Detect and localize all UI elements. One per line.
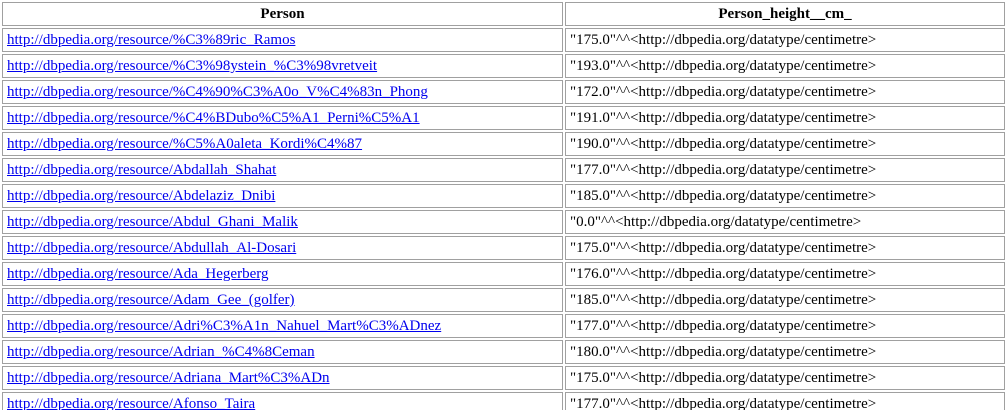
results-page: Person Person_height__cm_ http://dbpedia… bbox=[0, 0, 1005, 410]
results-table: Person Person_height__cm_ http://dbpedia… bbox=[0, 0, 1005, 410]
person-cell: http://dbpedia.org/resource/%C3%98ystein… bbox=[2, 54, 563, 78]
table-row: http://dbpedia.org/resource/Abdul_Ghani_… bbox=[2, 210, 1005, 234]
column-header-person: Person bbox=[2, 2, 563, 26]
height-cell: "175.0"^^<http://dbpedia.org/datatype/ce… bbox=[565, 236, 1005, 260]
height-cell: "191.0"^^<http://dbpedia.org/datatype/ce… bbox=[565, 106, 1005, 130]
person-cell: http://dbpedia.org/resource/Adri%C3%A1n_… bbox=[2, 314, 563, 338]
height-cell: "0.0"^^<http://dbpedia.org/datatype/cent… bbox=[565, 210, 1005, 234]
height-cell: "175.0"^^<http://dbpedia.org/datatype/ce… bbox=[565, 28, 1005, 52]
table-row: http://dbpedia.org/resource/Adri%C3%A1n_… bbox=[2, 314, 1005, 338]
person-link[interactable]: http://dbpedia.org/resource/%C4%90%C3%A0… bbox=[7, 84, 428, 100]
height-cell: "193.0"^^<http://dbpedia.org/datatype/ce… bbox=[565, 54, 1005, 78]
person-cell: http://dbpedia.org/resource/Afonso_Taira bbox=[2, 392, 563, 410]
height-cell: "185.0"^^<http://dbpedia.org/datatype/ce… bbox=[565, 184, 1005, 208]
person-cell: http://dbpedia.org/resource/Adrian_%C4%8… bbox=[2, 340, 563, 364]
table-row: http://dbpedia.org/resource/%C3%98ystein… bbox=[2, 54, 1005, 78]
person-cell: http://dbpedia.org/resource/%C4%BDubo%C5… bbox=[2, 106, 563, 130]
person-link[interactable]: http://dbpedia.org/resource/Abdallah_Sha… bbox=[7, 162, 276, 178]
height-cell: "177.0"^^<http://dbpedia.org/datatype/ce… bbox=[565, 392, 1005, 410]
table-row: http://dbpedia.org/resource/%C4%BDubo%C5… bbox=[2, 106, 1005, 130]
table-row: http://dbpedia.org/resource/%C3%89ric_Ra… bbox=[2, 28, 1005, 52]
person-cell: http://dbpedia.org/resource/Ada_Hegerber… bbox=[2, 262, 563, 286]
person-link[interactable]: http://dbpedia.org/resource/%C3%98ystein… bbox=[7, 58, 377, 74]
person-link[interactable]: http://dbpedia.org/resource/Adriana_Mart… bbox=[7, 370, 330, 386]
height-cell: "180.0"^^<http://dbpedia.org/datatype/ce… bbox=[565, 340, 1005, 364]
person-link[interactable]: http://dbpedia.org/resource/Afonso_Taira bbox=[7, 396, 255, 410]
table-row: http://dbpedia.org/resource/Adriana_Mart… bbox=[2, 366, 1005, 390]
table-row: http://dbpedia.org/resource/Abdullah_Al-… bbox=[2, 236, 1005, 260]
person-cell: http://dbpedia.org/resource/Adriana_Mart… bbox=[2, 366, 563, 390]
height-cell: "185.0"^^<http://dbpedia.org/datatype/ce… bbox=[565, 288, 1005, 312]
height-cell: "176.0"^^<http://dbpedia.org/datatype/ce… bbox=[565, 262, 1005, 286]
table-row: http://dbpedia.org/resource/Abdelaziz_Dn… bbox=[2, 184, 1005, 208]
table-row: http://dbpedia.org/resource/Adam_Gee_(go… bbox=[2, 288, 1005, 312]
table-row: http://dbpedia.org/resource/%C4%90%C3%A0… bbox=[2, 80, 1005, 104]
person-link[interactable]: http://dbpedia.org/resource/Abdul_Ghani_… bbox=[7, 214, 298, 230]
person-cell: http://dbpedia.org/resource/Abdallah_Sha… bbox=[2, 158, 563, 182]
person-cell: http://dbpedia.org/resource/%C5%A0aleta_… bbox=[2, 132, 563, 156]
table-row: http://dbpedia.org/resource/Afonso_Taira… bbox=[2, 392, 1005, 410]
person-link[interactable]: http://dbpedia.org/resource/%C4%BDubo%C5… bbox=[7, 110, 420, 126]
person-link[interactable]: http://dbpedia.org/resource/Adam_Gee_(go… bbox=[7, 292, 295, 308]
height-cell: "175.0"^^<http://dbpedia.org/datatype/ce… bbox=[565, 366, 1005, 390]
person-link[interactable]: http://dbpedia.org/resource/Adrian_%C4%8… bbox=[7, 344, 315, 360]
height-cell: "190.0"^^<http://dbpedia.org/datatype/ce… bbox=[565, 132, 1005, 156]
results-body: http://dbpedia.org/resource/%C3%89ric_Ra… bbox=[2, 28, 1005, 410]
person-cell: http://dbpedia.org/resource/Adam_Gee_(go… bbox=[2, 288, 563, 312]
header-row: Person Person_height__cm_ bbox=[2, 2, 1005, 26]
person-link[interactable]: http://dbpedia.org/resource/%C5%A0aleta_… bbox=[7, 136, 362, 152]
height-cell: "177.0"^^<http://dbpedia.org/datatype/ce… bbox=[565, 314, 1005, 338]
person-link[interactable]: http://dbpedia.org/resource/Abdelaziz_Dn… bbox=[7, 188, 275, 204]
person-cell: http://dbpedia.org/resource/Abdelaziz_Dn… bbox=[2, 184, 563, 208]
table-row: http://dbpedia.org/resource/Ada_Hegerber… bbox=[2, 262, 1005, 286]
table-row: http://dbpedia.org/resource/Abdallah_Sha… bbox=[2, 158, 1005, 182]
person-cell: http://dbpedia.org/resource/Abdullah_Al-… bbox=[2, 236, 563, 260]
person-link[interactable]: http://dbpedia.org/resource/Ada_Hegerber… bbox=[7, 266, 268, 282]
table-row: http://dbpedia.org/resource/%C5%A0aleta_… bbox=[2, 132, 1005, 156]
person-link[interactable]: http://dbpedia.org/resource/Adri%C3%A1n_… bbox=[7, 318, 441, 334]
person-cell: http://dbpedia.org/resource/%C4%90%C3%A0… bbox=[2, 80, 563, 104]
table-row: http://dbpedia.org/resource/Adrian_%C4%8… bbox=[2, 340, 1005, 364]
person-cell: http://dbpedia.org/resource/Abdul_Ghani_… bbox=[2, 210, 563, 234]
height-cell: "172.0"^^<http://dbpedia.org/datatype/ce… bbox=[565, 80, 1005, 104]
person-link[interactable]: http://dbpedia.org/resource/Abdullah_Al-… bbox=[7, 240, 296, 256]
person-link[interactable]: http://dbpedia.org/resource/%C3%89ric_Ra… bbox=[7, 32, 295, 48]
person-cell: http://dbpedia.org/resource/%C3%89ric_Ra… bbox=[2, 28, 563, 52]
height-cell: "177.0"^^<http://dbpedia.org/datatype/ce… bbox=[565, 158, 1005, 182]
column-header-person-height: Person_height__cm_ bbox=[565, 2, 1005, 26]
